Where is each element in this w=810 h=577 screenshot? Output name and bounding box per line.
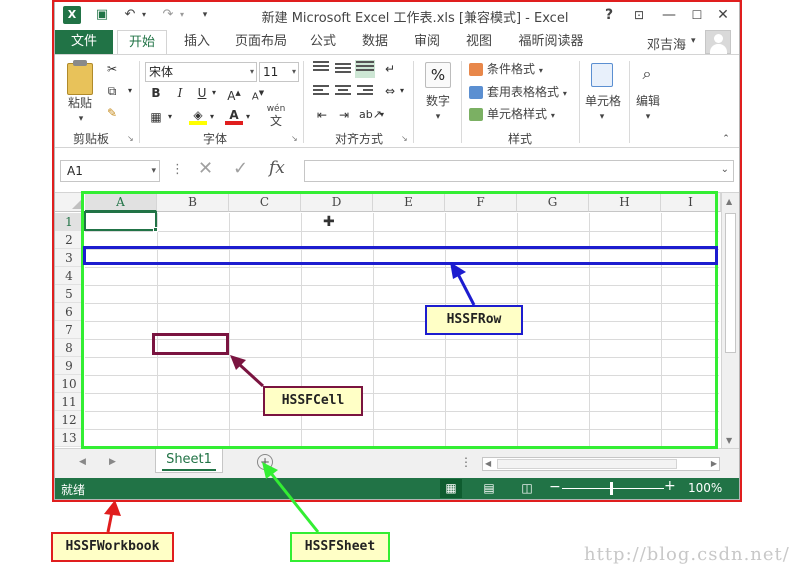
hssfsheet-label: HSSFSheet: [290, 532, 390, 562]
watermark: http://blog.csdn.net/: [584, 544, 790, 565]
workbook-arrow: [104, 500, 121, 533]
sheet-highlight-frame: [81, 191, 718, 449]
cell-highlight-frame: [152, 333, 229, 355]
hssfcell-label: HSSFCell: [263, 386, 363, 416]
hssfworkbook-label: HSSFWorkbook: [51, 532, 174, 562]
row-highlight-frame: [83, 246, 718, 265]
stage: X ▣ ↶ ▾ ↷ ▾ ▾ 新建 Microsoft Excel 工作表.xls…: [0, 0, 810, 577]
hssfrow-label: HSSFRow: [425, 305, 523, 335]
